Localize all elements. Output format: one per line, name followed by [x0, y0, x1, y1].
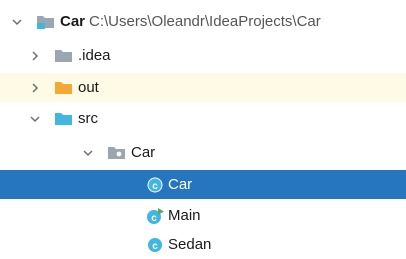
- tree-item-label: Car: [168, 176, 193, 193]
- chevron-right-icon[interactable]: [28, 81, 42, 95]
- class-icon: c: [146, 236, 164, 254]
- project-name: Car: [60, 13, 86, 30]
- source-folder-icon: [55, 112, 73, 126]
- chevron-down-icon[interactable]: [81, 146, 95, 160]
- tree-item-label: Sedan: [168, 236, 212, 253]
- tree-item-label: Main: [168, 207, 201, 224]
- svg-text:c: c: [152, 181, 158, 192]
- tree-item-label: Car: [131, 144, 156, 161]
- folder-icon: [55, 49, 73, 63]
- chevron-down-icon[interactable]: [10, 15, 24, 29]
- project-path: C:\Users\Oleandr\IdeaProjects\Car: [89, 13, 321, 30]
- class-icon: c: [146, 176, 164, 194]
- tree-item-class-main[interactable]: c Main: [0, 201, 406, 230]
- tree-item-class-car[interactable]: c Car: [0, 170, 406, 199]
- tree-item-label: src: [78, 110, 98, 127]
- tree-item-label: out: [78, 79, 99, 96]
- project-tree: Car C:\Users\Oleandr\IdeaProjects\Car .i…: [0, 0, 406, 254]
- svg-text:c: c: [152, 241, 158, 252]
- chevron-right-icon[interactable]: [28, 49, 42, 63]
- tree-item-out[interactable]: out: [0, 73, 406, 102]
- tree-item-class-sedan[interactable]: c Sedan: [0, 230, 406, 259]
- tree-item-project-car[interactable]: Car C:\Users\Oleandr\IdeaProjects\Car: [0, 7, 406, 36]
- tree-item-src[interactable]: src: [0, 104, 406, 133]
- tree-item-label: .idea: [78, 47, 111, 64]
- tree-item-package-car[interactable]: Car: [0, 138, 406, 167]
- project-folder-icon: [37, 15, 55, 29]
- chevron-down-icon[interactable]: [28, 112, 42, 126]
- package-icon: [108, 146, 126, 160]
- excluded-folder-icon: [55, 81, 73, 95]
- svg-text:c: c: [151, 213, 157, 224]
- tree-item-idea[interactable]: .idea: [0, 41, 406, 70]
- runnable-class-icon: c: [146, 207, 164, 225]
